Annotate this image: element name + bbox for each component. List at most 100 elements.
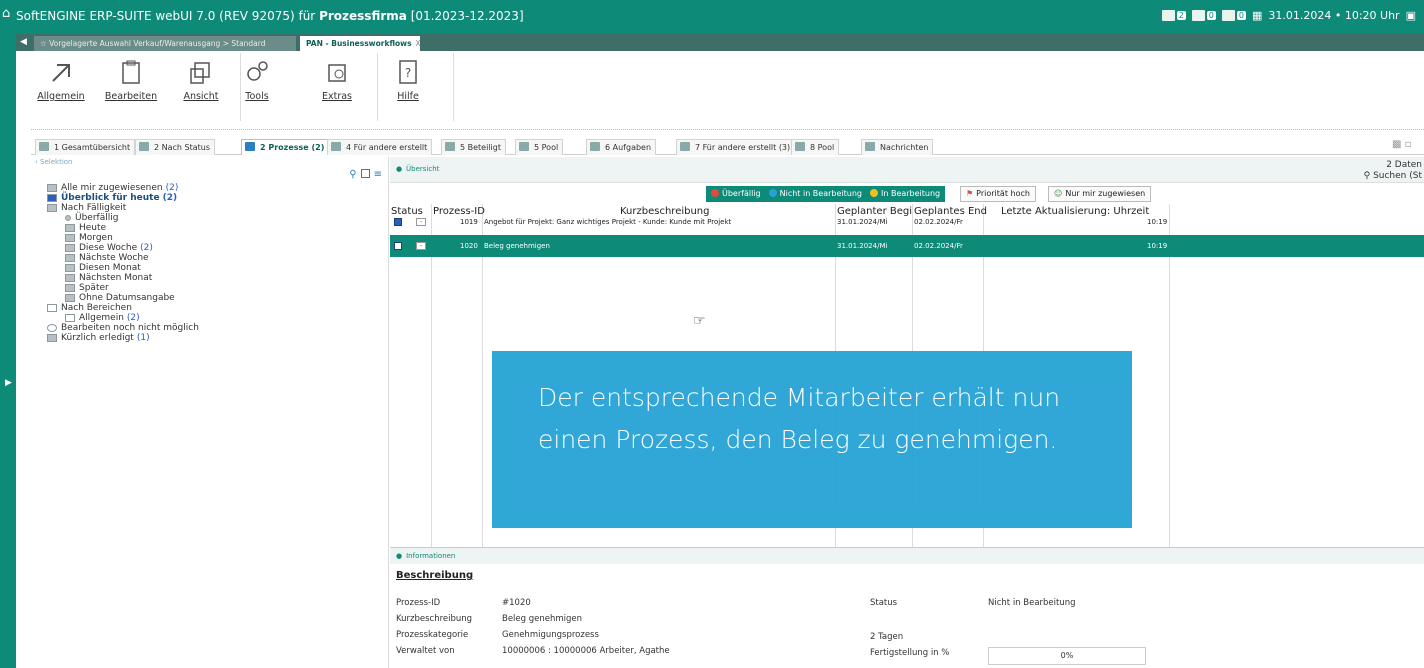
home-icon[interactable]: ⌂	[2, 7, 16, 21]
column-header-geplanter-beginn[interactable]: Geplanter Begin	[837, 206, 912, 217]
search-icon[interactable]: ⚲	[349, 169, 356, 180]
calendar-icon[interactable]: ▦	[1252, 9, 1262, 22]
tab-nachrichten[interactable]: Nachrichten	[861, 139, 934, 155]
cell-kurzbeschreibung: Beleg genehmigen	[484, 242, 550, 250]
tree-item-ueberfaellig[interactable]: Überfällig	[47, 213, 199, 223]
ribbon-ansicht-button[interactable]: Ansicht	[171, 57, 231, 102]
filter-dot	[869, 189, 878, 197]
expand-arrow-icon[interactable]: ▶	[5, 378, 12, 388]
ribbon-divider	[31, 129, 1424, 131]
list-view-icon[interactable]	[360, 169, 370, 178]
gears-icon	[247, 61, 268, 81]
filter-dot	[768, 189, 777, 197]
tab-aufgaben[interactable]: 6 Aufgaben	[586, 139, 657, 155]
cell-geplantes-ende: 02.02.2024/Fr	[914, 218, 963, 226]
column-header-prozess-id[interactable]: Prozess-ID	[433, 206, 485, 217]
tree-label: Ohne Datumsangabe	[79, 293, 175, 303]
tree-item-naechste-woche[interactable]: Nächste Woche	[47, 253, 199, 263]
app-name: SoftENGINE ERP-SUITE webUI 7.0 (REV 9207…	[16, 9, 316, 23]
tree-item-naechsten-monat[interactable]: Nächsten Monat	[47, 273, 199, 283]
calendar-icon	[65, 244, 75, 252]
table-row-selected[interactable]: - 1020 Beleg genehmigen 31.01.2024/Mi 02…	[390, 235, 1424, 257]
tab-fuer-andere-erstellt-3[interactable]: 7 Für andere erstellt (3)	[676, 139, 796, 155]
column-header-geplantes-ende[interactable]: Geplantes End	[914, 206, 987, 217]
tree-item-morgen[interactable]: Morgen	[47, 233, 199, 243]
calendar-icon	[65, 284, 75, 292]
tab-label: 2 Nach Status	[154, 143, 211, 152]
status-icon	[394, 218, 402, 226]
expand-icon[interactable]: -	[416, 242, 426, 250]
tab-scroll-left-icon[interactable]: ◀	[20, 37, 27, 47]
close-tab-icon[interactable]: X	[416, 39, 421, 48]
tab-beteiligt[interactable]: 5 Beteiligt	[441, 139, 506, 155]
tree-count: (2)	[126, 313, 140, 323]
lock-icon[interactable]: ▣	[1406, 9, 1416, 22]
tree-label: Morgen	[79, 233, 113, 243]
tree-item-ohne-datum[interactable]: Ohne Datumsangabe	[47, 293, 199, 303]
prioritaet-hoch-button[interactable]: ⚑ Priorität hoch	[960, 186, 1036, 202]
filter-in-bearbeitung[interactable]: In Bearbeitung	[869, 186, 940, 202]
tree-item-faelligkeit[interactable]: Nach Fälligkeit	[47, 203, 199, 213]
tab-icon	[795, 142, 805, 151]
tab-pool-8[interactable]: 8 Pool	[791, 139, 840, 155]
overview-search[interactable]: ⚲ Suchen (St	[1364, 171, 1422, 181]
tree-item-alle[interactable]: Alle mir zugewiesenen (2)	[47, 183, 199, 193]
tree-item-kuerzlich-erledigt[interactable]: Kürzlich erledigt (1)	[47, 333, 199, 343]
table-row[interactable]: - 1019 Angebot für Projekt: Ganz wichtig…	[390, 217, 1424, 227]
button-label: Extras	[321, 91, 353, 102]
tab-businessworkflows[interactable]: PAN - Businessworkflows X	[300, 36, 421, 51]
tree-item-bearbeiten-nicht-moeglich[interactable]: Bearbeiten noch nicht möglich	[47, 323, 199, 333]
ansicht-icon	[190, 62, 210, 84]
calendar-icon	[47, 194, 57, 202]
datetime: 31.01.2024 • 10:20 Uhr	[1268, 9, 1400, 22]
expand-icon[interactable]: -	[416, 218, 426, 226]
tab-label: 1 Gesamtübersicht	[54, 143, 131, 152]
column-header-status[interactable]: Status	[391, 206, 423, 217]
information-header: ● Informationen	[390, 548, 1424, 564]
button-label: Tools	[245, 91, 269, 102]
tree-item-ueberblick[interactable]: Überblick für heute (2)	[47, 193, 199, 203]
app-title: SoftENGINE ERP-SUITE webUI 7.0 (REV 9207…	[16, 9, 524, 23]
chat-badge[interactable]: 0	[1221, 10, 1246, 21]
tree-item-bereiche[interactable]: Nach Bereichen	[47, 303, 199, 313]
menu-icon[interactable]: ≡	[374, 169, 382, 180]
progress-field: 0%	[988, 647, 1146, 665]
tab-label: 7 Für andere erstellt (3)	[695, 143, 791, 152]
tab-fuer-andere-erstellt[interactable]: 4 Für andere erstellt	[327, 139, 433, 155]
button-label: Ansicht	[183, 91, 219, 102]
tree-count: (1)	[136, 333, 150, 343]
tree-label: Heute	[79, 223, 107, 233]
tab-icon	[445, 142, 455, 151]
tasks-badge[interactable]: 2	[1161, 10, 1186, 21]
ribbon-bearbeiten-button[interactable]: Bearbeiten	[101, 57, 161, 102]
column-header-kurzbeschreibung[interactable]: Kurzbeschreibung	[620, 206, 710, 217]
ribbon-extras-button[interactable]: Extras	[307, 57, 367, 102]
filter-ueberfaellig[interactable]: Überfällig	[711, 186, 761, 202]
label-fertigstellung: Fertigstellung in %	[870, 648, 950, 658]
tree-item-heute[interactable]: Heute	[47, 223, 199, 233]
tree-label: Nach Fälligkeit	[61, 203, 127, 213]
print-icon[interactable]: ▩ ▫	[1392, 139, 1422, 153]
tree-item-diesen-monat[interactable]: Diesen Monat	[47, 263, 199, 273]
folder-icon	[65, 314, 75, 322]
tab-label: 8 Pool	[810, 143, 835, 152]
tree-item-spaeter[interactable]: Später	[47, 283, 199, 293]
tab-nach-status[interactable]: 2 Nach Status	[135, 139, 216, 155]
ribbon-allgemein-button[interactable]: Allgemein	[31, 57, 91, 102]
tree-count: (2)	[140, 243, 153, 253]
value-prozesskategorie: Genehmigungsprozess	[502, 630, 599, 640]
tab-prozesse[interactable]: 2 Prozesse (2)	[241, 139, 330, 155]
tree-item-diese-woche[interactable]: Diese Woche (2)	[47, 243, 199, 253]
ribbon-tools-button[interactable]: Tools	[227, 57, 287, 102]
column-header-letzte-aktualisierung[interactable]: Letzte Aktualisierung: Uhrzeit	[1001, 206, 1149, 217]
tree-label: Diese Woche	[79, 243, 138, 253]
filter-nicht-in-bearbeitung[interactable]: Nicht in Bearbeitung	[768, 186, 862, 202]
tab-vorgelagerte-auswahl[interactable]: ☆ Vorgelagerte Auswahl Verkauf/Warenausg…	[34, 36, 296, 51]
tree-item-allgemein[interactable]: Allgemein (2)	[47, 313, 199, 323]
tab-gesamtuebersicht[interactable]: 1 Gesamtübersicht	[35, 139, 136, 155]
tab-pool[interactable]: 5 Pool	[515, 139, 564, 155]
messages-badge[interactable]: 0	[1191, 10, 1216, 21]
value-prozess-id: #1020	[502, 598, 531, 608]
nur-mir-zugewiesen-button[interactable]: ☺ Nur mir zugewiesen	[1048, 186, 1152, 202]
ribbon-hilfe-button[interactable]: ? Hilfe	[378, 57, 438, 102]
